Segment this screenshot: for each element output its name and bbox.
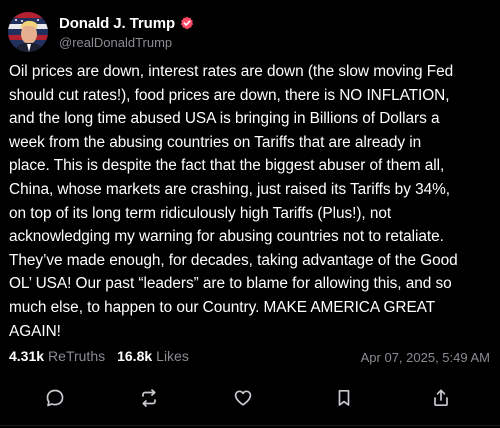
- likes-count: 16.8k: [117, 348, 153, 364]
- likes-stat[interactable]: 16.8k Likes: [117, 348, 189, 364]
- author-names: Donald J. Trump @realDonaldTrump: [59, 15, 194, 50]
- heart-icon: [234, 390, 252, 406]
- bottom-divider: [0, 425, 500, 426]
- bookmark-icon: [338, 389, 350, 406]
- reply-button[interactable]: [34, 377, 76, 419]
- author-display-name[interactable]: Donald J. Trump: [59, 15, 175, 32]
- bookmark-button[interactable]: [323, 377, 365, 419]
- post-body: Oil prices are down, interest rates are …: [9, 63, 458, 340]
- retruth-button[interactable]: [128, 377, 170, 419]
- share-button[interactable]: [420, 377, 462, 419]
- likes-label: Likes: [156, 348, 189, 364]
- author-handle[interactable]: @realDonaldTrump: [59, 35, 194, 50]
- avatar-image: [8, 12, 48, 52]
- avatar[interactable]: [8, 12, 48, 52]
- author-name-row: Donald J. Trump: [59, 15, 194, 32]
- retruths-stat[interactable]: 4.31k ReTruths: [9, 348, 105, 364]
- share-icon: [434, 389, 448, 407]
- reply-icon: [46, 389, 64, 407]
- post-header: Donald J. Trump @realDonaldTrump: [8, 10, 194, 54]
- retruth-icon: [142, 389, 156, 407]
- action-bar: [0, 377, 500, 419]
- retruths-count: 4.31k: [9, 348, 45, 364]
- post-stats: 4.31k ReTruths 16.8k Likes: [9, 348, 189, 364]
- post-card: Donald J. Trump @realDonaldTrump Oil pri…: [0, 0, 500, 428]
- retruths-label: ReTruths: [48, 348, 106, 364]
- like-button[interactable]: [222, 377, 264, 419]
- post-timestamp[interactable]: Apr 07, 2025, 5:49 AM: [361, 350, 490, 365]
- verified-badge-icon: [180, 16, 194, 30]
